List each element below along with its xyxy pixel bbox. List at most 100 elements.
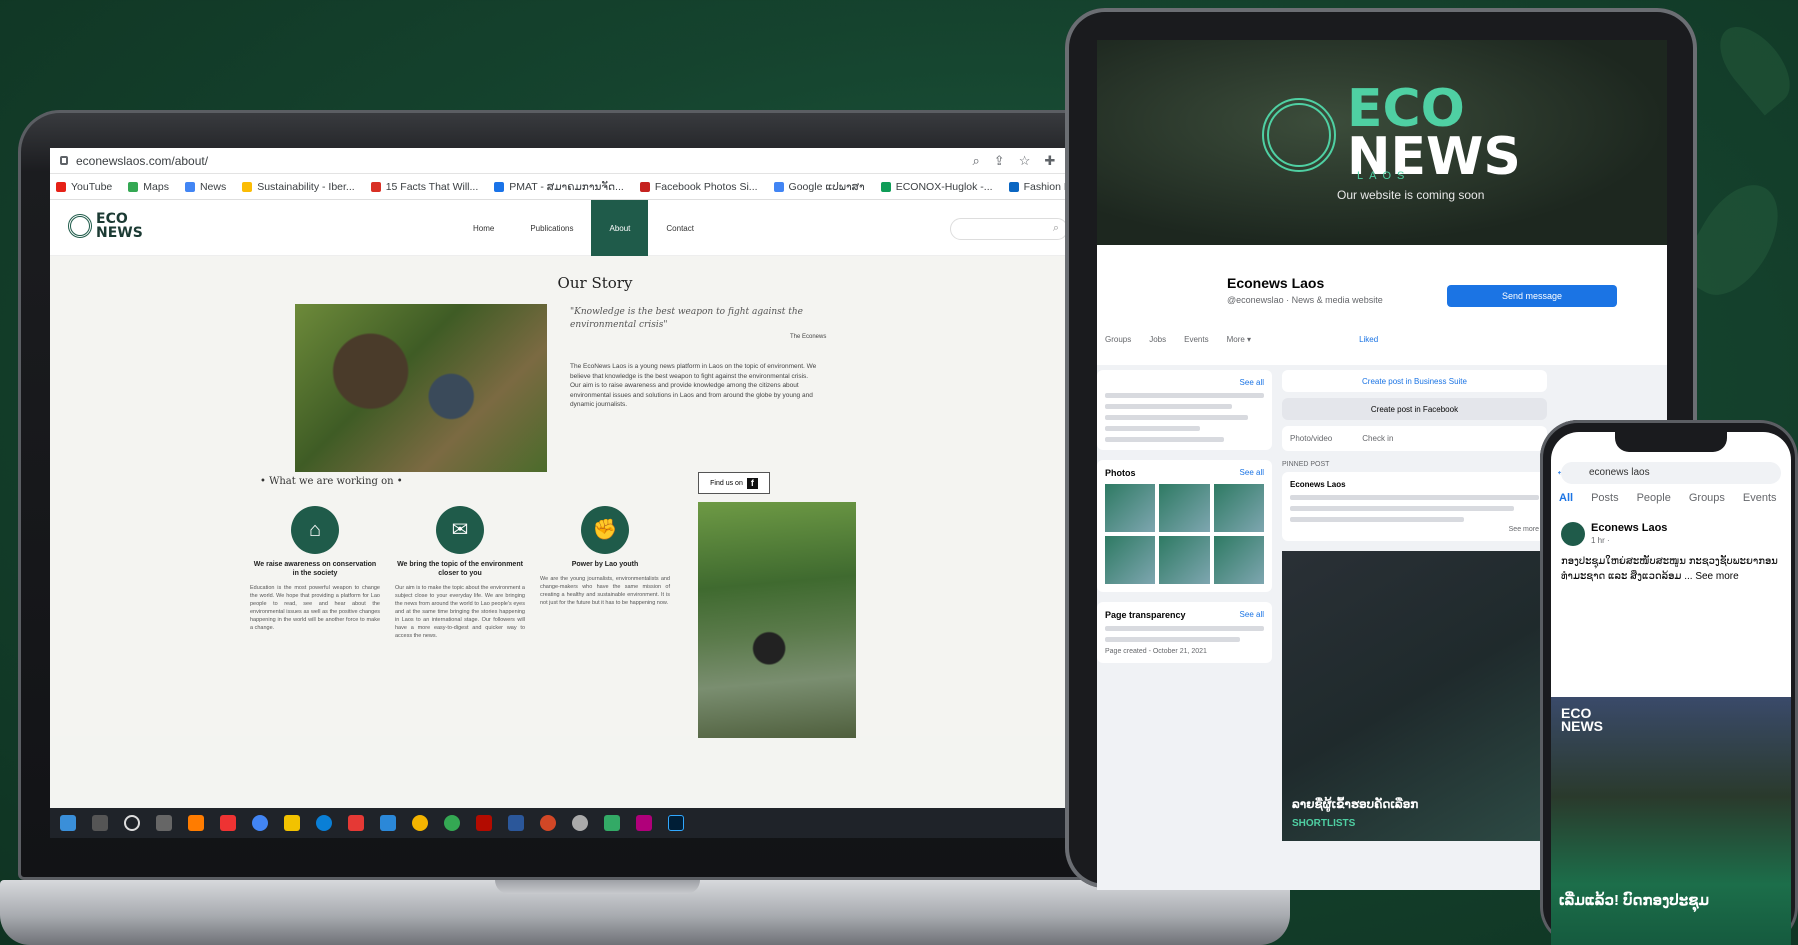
task-view-icon[interactable] — [156, 815, 172, 831]
create-post-business-suite-button[interactable]: Create post in Business Suite — [1282, 370, 1547, 392]
post-image[interactable]: ລາຍຊື່ຜູ້ເຂົ້າຮອບຄັດເລືອກ SHORTLISTS — [1282, 551, 1547, 841]
search-icon[interactable] — [92, 815, 108, 831]
phone-search-input[interactable]: econews laos — [1561, 462, 1781, 484]
facebook-sidebar: See all Photos See all Page transparency S… — [1097, 370, 1272, 673]
post-author: Econews Laos — [1290, 480, 1346, 489]
nav-home[interactable]: Home — [455, 200, 512, 256]
star-icon[interactable]: ☆ — [1019, 153, 1031, 169]
chrome-icon[interactable] — [444, 815, 460, 831]
word-icon[interactable] — [508, 815, 524, 831]
browser-address-bar[interactable]: econewslaos.com/about/ ⌕ ⇪ ☆ ✚ ≡ ▯ — [50, 148, 1140, 174]
feature-text: Education is the most powerful weapon to… — [250, 585, 380, 631]
tab-posts[interactable]: Posts — [1591, 492, 1619, 504]
bookmark-item[interactable]: PMAT - ສມາຄມການຈັດ... — [494, 181, 624, 193]
see-all-link[interactable]: See all — [1240, 468, 1264, 478]
drive-icon — [880, 181, 891, 192]
nav-contact[interactable]: Contact — [648, 200, 712, 256]
photo-thumb[interactable] — [1213, 536, 1264, 584]
tab-groups[interactable]: Groups — [1689, 492, 1725, 504]
tab-groups[interactable]: Groups — [1105, 335, 1131, 344]
nav-about[interactable]: About — [591, 200, 649, 256]
see-all-link[interactable]: See all — [1240, 378, 1264, 387]
find-us-facebook-button[interactable]: Find us on f — [698, 472, 770, 494]
url-text[interactable]: econewslaos.com/about/ — [76, 154, 973, 168]
check-app-icon[interactable] — [380, 815, 396, 831]
composer-actions: Photo/video Check in — [1282, 426, 1547, 451]
cortana-icon[interactable] — [124, 815, 140, 831]
post-text: ກອງປະຊຸມໃຫຍ່ສະໜັບສະໜູນ ກະຊວງຊັບພະຍາກອນທຳ… — [1561, 556, 1778, 582]
translate-icon — [773, 181, 784, 192]
background-leaf — [1706, 14, 1798, 116]
check-in-button[interactable]: Check in — [1362, 434, 1393, 443]
acrobat-icon[interactable] — [476, 815, 492, 831]
feature-card: ⌂ We raise awareness on conservation in … — [250, 506, 380, 632]
quote-text: "Knowledge is the best weapon to fight a… — [570, 307, 804, 330]
bookmark-item[interactable]: Sustainability - Iber... — [242, 181, 355, 193]
see-all-link[interactable]: See all — [1240, 610, 1264, 620]
illustrator-icon[interactable] — [188, 815, 204, 831]
photoshop-icon[interactable] — [668, 815, 684, 831]
app-icon[interactable] — [412, 815, 428, 831]
nav-publications[interactable]: Publications — [512, 200, 591, 256]
create-post-facebook-button[interactable]: Create post in Facebook — [1282, 398, 1547, 420]
settings-icon[interactable] — [572, 815, 588, 831]
forest-photo — [295, 304, 547, 472]
phone-search-tabs: All Posts People Groups Events — [1559, 492, 1777, 504]
tab-people[interactable]: People — [1637, 492, 1671, 504]
bookmark-item[interactable]: 15 Facts That Will... — [370, 181, 478, 193]
site-search-input[interactable]: ⌕ — [950, 218, 1068, 240]
liked-button[interactable]: Liked — [1359, 335, 1378, 344]
bookmark-item[interactable]: YouTube — [56, 181, 112, 193]
app-icon[interactable] — [604, 815, 620, 831]
avatar[interactable] — [1561, 522, 1585, 546]
facebook-feed: Create post in Business Suite Create pos… — [1282, 370, 1547, 841]
cover-laos: LAOS — [1357, 170, 1411, 182]
page-name: Econews Laos — [1227, 275, 1325, 291]
photo-thumb[interactable] — [1159, 484, 1210, 532]
drive-icon — [494, 181, 505, 192]
mail-icon: ✉ — [436, 506, 484, 554]
send-message-button[interactable]: Send message — [1447, 285, 1617, 307]
photo-thumb[interactable] — [1105, 536, 1156, 584]
bookmark-item[interactable]: ECONOX-Huglok -... — [880, 181, 993, 193]
phone-notch — [1615, 432, 1727, 452]
post-image-caption: ເລີ່ມແລ້ວ! ບົດກອງປະຊຸມ — [1559, 892, 1709, 909]
app-icon[interactable] — [220, 815, 236, 831]
tab-all[interactable]: All — [1559, 492, 1573, 504]
bookmark-item[interactable]: Maps — [128, 181, 169, 193]
maps-icon — [128, 181, 139, 192]
photo-video-button[interactable]: Photo/video — [1290, 434, 1332, 443]
bookmark-item[interactable]: Facebook Photos Si... — [639, 181, 758, 193]
site-logo[interactable]: ECO NEWS — [68, 212, 143, 240]
phone-screen: ← econews laos All Posts People Groups E… — [1551, 432, 1791, 945]
see-more-link[interactable]: See more — [1290, 526, 1539, 533]
powerpoint-icon[interactable] — [540, 815, 556, 831]
shortlists-label: SHORTLISTS — [1292, 818, 1356, 829]
bookmark-item[interactable]: Google ແປພາສາ — [773, 181, 865, 193]
windows-start-icon[interactable] — [60, 815, 76, 831]
pinterest-icon — [370, 181, 381, 192]
tab-events[interactable]: Events — [1743, 492, 1777, 504]
zoom-icon[interactable]: ⌕ — [973, 153, 980, 169]
extensions-icon[interactable]: ✚ — [1044, 153, 1055, 169]
tab-jobs[interactable]: Jobs — [1149, 335, 1166, 344]
pinned-post: Econews Laos See more — [1282, 472, 1547, 541]
post-image[interactable]: ECO NEWS ເລີ່ມແລ້ວ! ບົດກອງປະຊຸມ — [1551, 697, 1791, 945]
share-icon[interactable]: ⇪ — [994, 153, 1005, 169]
site-icon — [639, 181, 650, 192]
post-author[interactable]: Econews Laos — [1591, 522, 1667, 534]
logo-line2: NEWS — [96, 225, 143, 241]
intro-card: See all — [1097, 370, 1272, 450]
tab-events[interactable]: Events — [1184, 335, 1208, 344]
bookmark-item[interactable]: News — [184, 181, 226, 193]
tab-more[interactable]: More ▾ — [1227, 335, 1251, 344]
photo-thumb[interactable] — [1159, 536, 1210, 584]
chrome-icon[interactable] — [252, 815, 268, 831]
edge-icon[interactable] — [316, 815, 332, 831]
file-explorer-icon[interactable] — [284, 815, 300, 831]
page-title: Our Story — [557, 274, 633, 292]
photo-thumb[interactable] — [1213, 484, 1264, 532]
indesign-icon[interactable] — [636, 815, 652, 831]
app-icon[interactable] — [348, 815, 364, 831]
photo-thumb[interactable] — [1105, 484, 1156, 532]
